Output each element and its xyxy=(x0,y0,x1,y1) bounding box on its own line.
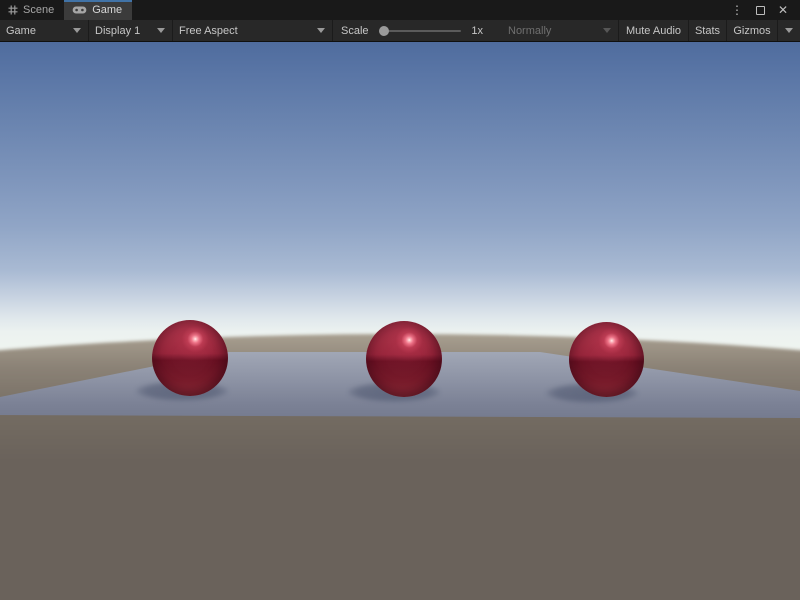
red-sphere-2 xyxy=(366,321,442,397)
window-controls: ⋮ ✕ xyxy=(731,0,800,20)
dropdown-arrow-icon xyxy=(157,28,165,33)
scene-grid-icon xyxy=(8,5,18,15)
red-sphere-3 xyxy=(569,322,644,397)
game-viewport xyxy=(0,42,800,600)
stats-label: Stats xyxy=(695,25,720,37)
unity-game-view-window: Scene Game ⋮ ✕ Game Display 1 xyxy=(0,0,800,600)
tab-scene[interactable]: Scene xyxy=(0,0,64,20)
aspect-ratio-dropdown[interactable]: Free Aspect xyxy=(173,20,333,41)
tab-bar: Scene Game ⋮ ✕ xyxy=(0,0,800,20)
gamepad-icon xyxy=(72,5,87,15)
display-dropdown[interactable]: Display 1 xyxy=(89,20,173,41)
mute-audio-label: Mute Audio xyxy=(626,25,681,37)
scale-control: Scale 1x xyxy=(333,20,491,41)
dropdown-arrow-icon xyxy=(317,28,325,33)
dropdown-arrow-icon xyxy=(73,28,81,33)
red-sphere-1 xyxy=(152,320,228,396)
slider-track xyxy=(379,30,462,32)
dropdown-arrow-icon xyxy=(785,28,793,33)
display-label: Display 1 xyxy=(95,25,140,37)
gizmos-dropdown[interactable] xyxy=(778,20,800,41)
toolbar-spacer xyxy=(491,20,502,41)
view-mode-label: Game xyxy=(6,25,36,37)
tab-game-label: Game xyxy=(92,4,122,16)
tab-game[interactable]: Game xyxy=(64,0,132,20)
view-mode-dropdown[interactable]: Game xyxy=(0,20,89,41)
kebab-menu-icon[interactable]: ⋮ xyxy=(731,4,743,16)
dropdown-arrow-icon xyxy=(603,28,611,33)
tab-scene-label: Scene xyxy=(23,4,54,16)
scale-value: 1x xyxy=(471,25,483,37)
maximize-icon[interactable] xyxy=(756,6,765,15)
scale-slider[interactable] xyxy=(377,25,464,37)
slider-knob-icon[interactable] xyxy=(379,26,389,36)
scale-label: Scale xyxy=(341,25,369,37)
gizmos-label: Gizmos xyxy=(733,25,770,37)
gizmos-button[interactable]: Gizmos xyxy=(727,20,778,41)
stats-button[interactable]: Stats xyxy=(689,20,727,41)
play-mode-dropdown: Normally xyxy=(502,20,619,41)
aspect-label: Free Aspect xyxy=(179,25,238,37)
game-view-toolbar: Game Display 1 Free Aspect Scale 1x Norm… xyxy=(0,20,800,42)
close-icon[interactable]: ✕ xyxy=(778,4,788,16)
mute-audio-button[interactable]: Mute Audio xyxy=(619,20,689,41)
play-mode-label: Normally xyxy=(508,25,551,37)
